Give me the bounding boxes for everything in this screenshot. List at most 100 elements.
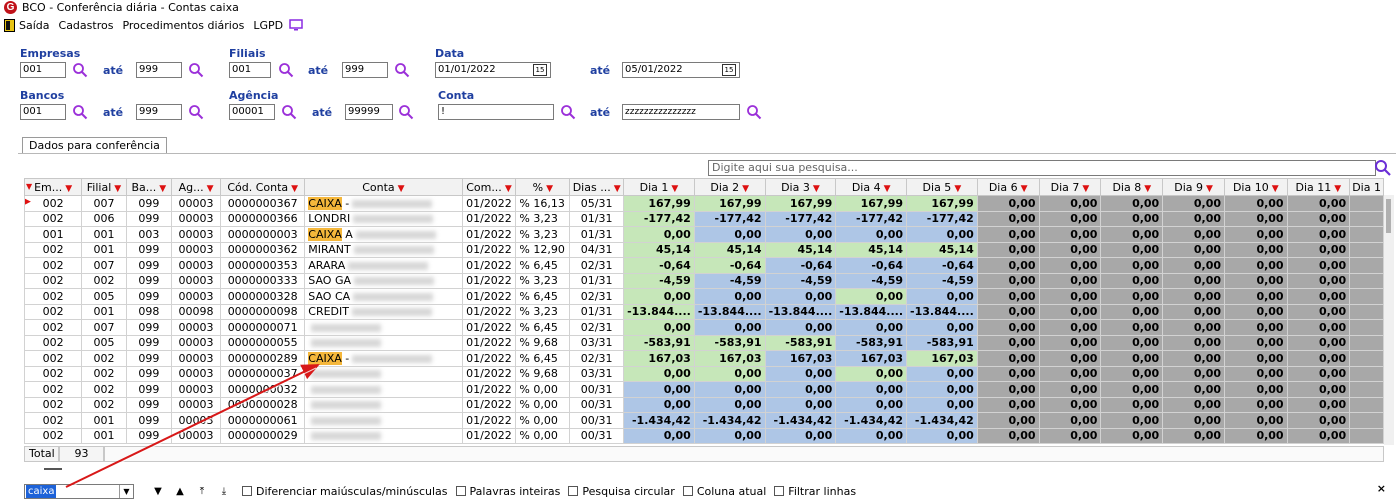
filter-icon[interactable]: ▼: [1334, 184, 1341, 194]
search-icon[interactable]: [281, 104, 297, 120]
table-row[interactable]: 002 007 099 00003 0000000353 ARARA 01/2022% 6,…: [24, 257, 1384, 274]
column-header[interactable]: Com... ▼: [461, 178, 517, 196]
table-row[interactable]: 001 001 003 00003 0000000003 CAIXA A 01/2022% …: [24, 226, 1384, 243]
filter-icon[interactable]: ▼: [954, 184, 961, 194]
search-icon[interactable]: [278, 62, 294, 78]
filter-icon[interactable]: ▼: [291, 184, 298, 194]
table-row[interactable]: 002 002 099 00003 0000000028 01/2022% 0,00 00/…: [24, 396, 1384, 413]
filiais-from-input[interactable]: 001: [229, 62, 271, 78]
column-header[interactable]: Dia 3 ▼: [764, 178, 837, 196]
column-header[interactable]: Dia 1 ▼: [623, 178, 695, 196]
column-header[interactable]: Dia 11 ▼: [1286, 178, 1351, 196]
checkbox[interactable]: [568, 486, 579, 496]
checkbox[interactable]: [242, 486, 252, 496]
option-case-sensitive[interactable]: Diferenciar maiúsculas/minúsculas: [242, 485, 448, 498]
search-icon[interactable]: [188, 104, 204, 120]
search-icon[interactable]: [398, 104, 414, 120]
filter-icon[interactable]: ▼: [65, 184, 72, 194]
column-header[interactable]: Conta ▼: [304, 178, 463, 196]
filter-icon[interactable]: ▼: [1082, 184, 1089, 194]
filter-icon[interactable]: ▼: [207, 184, 214, 194]
column-header[interactable]: Dias ... ▼: [569, 178, 625, 196]
tab-dados-para-conferencia[interactable]: Dados para conferência: [22, 137, 167, 154]
splitter-handle[interactable]: [44, 468, 62, 470]
find-last-icon[interactable]: ⤓: [214, 486, 234, 497]
monitor-icon[interactable]: [289, 19, 303, 31]
column-header[interactable]: Dia 1: [1349, 178, 1384, 196]
column-header[interactable]: Dia 7 ▼: [1038, 178, 1102, 196]
find-previous-icon[interactable]: ▲: [170, 486, 190, 497]
column-header[interactable]: Em... ▼ ▼: [24, 178, 83, 196]
empresas-from-input[interactable]: 001: [20, 62, 66, 78]
search-icon[interactable]: [746, 104, 762, 120]
column-header[interactable]: Dia 4 ▼: [835, 178, 908, 196]
filter-icon[interactable]: ▼: [813, 184, 820, 194]
option-filter-rows[interactable]: Filtrar linhas: [774, 485, 856, 498]
table-row[interactable]: 002 005 099 00003 0000000055 01/2022% 9,68 03/…: [24, 334, 1384, 351]
calendar-icon[interactable]: 15: [533, 64, 547, 76]
column-header[interactable]: Dia 9 ▼: [1162, 178, 1226, 196]
filter-icon[interactable]: ▼: [546, 184, 553, 194]
search-icon[interactable]: [560, 104, 576, 120]
table-row[interactable]: 002 001 099 00003 0000000061 01/2022% 0,00 00/…: [24, 412, 1384, 429]
column-header[interactable]: Dia 10 ▼: [1224, 178, 1288, 196]
chevron-down-icon[interactable]: ▼: [119, 484, 133, 498]
filter-icon[interactable]: ▼: [1206, 184, 1213, 194]
column-header[interactable]: Filial ▼: [81, 178, 127, 196]
menu-lgpd[interactable]: LGPD: [253, 19, 283, 32]
table-row[interactable]: ▶ 002 007 099 00003 0000000367 CAIXA -01/2022%…: [24, 195, 1384, 212]
close-icon[interactable]: ×: [1377, 482, 1386, 495]
column-header[interactable]: % ▼: [515, 178, 571, 196]
column-header[interactable]: Dia 5 ▼: [906, 178, 978, 196]
filter-icon[interactable]: ▼: [505, 184, 512, 194]
exit-door-icon[interactable]: [4, 18, 15, 32]
filter-icon[interactable]: ▼: [1272, 184, 1279, 194]
bancos-from-input[interactable]: 001: [20, 104, 66, 120]
find-first-icon[interactable]: ⤒: [192, 486, 212, 497]
table-row[interactable]: 002 001 099 00003 0000000029 01/2022% 0,00 00/…: [24, 427, 1384, 444]
table-row[interactable]: 002 002 099 00003 0000000037 01/2022% 9,68 03/…: [24, 365, 1384, 382]
menu-cadastros[interactable]: Cadastros: [59, 19, 114, 32]
filter-icon[interactable]: ▼: [742, 184, 749, 194]
filter-icon[interactable]: ▼: [884, 184, 891, 194]
vertical-scrollbar[interactable]: [1384, 195, 1394, 445]
search-icon[interactable]: [188, 62, 204, 78]
filter-icon[interactable]: ▼: [398, 184, 405, 194]
column-header[interactable]: Dia 2 ▼: [693, 178, 766, 196]
menu-procedimentos-diarios[interactable]: Procedimentos diários: [122, 19, 244, 32]
search-icon[interactable]: [394, 62, 410, 78]
empresas-to-input[interactable]: 999: [136, 62, 182, 78]
search-icon[interactable]: [72, 62, 88, 78]
table-row[interactable]: 002 005 099 00003 0000000328 SAO CA 01/2022% 6…: [24, 288, 1384, 305]
find-next-icon[interactable]: ▼: [148, 486, 168, 497]
search-icon[interactable]: [1374, 159, 1392, 177]
filter-icon[interactable]: ▼: [614, 184, 621, 194]
option-circular-search[interactable]: Pesquisa circular: [568, 485, 675, 498]
column-header[interactable]: Dia 6 ▼: [976, 178, 1040, 196]
agencia-to-input[interactable]: 99999: [345, 104, 393, 120]
option-current-column[interactable]: Coluna atual: [682, 485, 766, 498]
filter-icon[interactable]: ▼: [1144, 184, 1151, 194]
find-input[interactable]: caixa ▼: [24, 483, 134, 499]
table-row[interactable]: 002 002 099 00003 0000000289 CAIXA -01/2022% …: [24, 350, 1384, 367]
column-header[interactable]: Ba... ▼: [125, 178, 172, 196]
table-row[interactable]: 002 001 099 00003 0000000362 MIRANT 01/2022% 1…: [24, 241, 1384, 258]
table-row[interactable]: 002 002 099 00003 0000000032 01/2022% 0,00 00/…: [24, 381, 1384, 398]
option-whole-words[interactable]: Palavras inteiras: [455, 485, 560, 498]
filter-icon[interactable]: ▼: [159, 184, 166, 194]
scrollbar-thumb[interactable]: [1386, 199, 1391, 233]
menu-saida[interactable]: Saída: [19, 19, 50, 32]
search-icon[interactable]: [72, 104, 88, 120]
table-row[interactable]: 002 007 099 00003 0000000071 01/2022% 6,45 02/…: [24, 319, 1384, 336]
agencia-from-input[interactable]: 00001: [229, 104, 275, 120]
filter-icon[interactable]: ▼: [1021, 184, 1028, 194]
column-header[interactable]: Dia 8 ▼: [1100, 178, 1164, 196]
table-row[interactable]: 002 001 098 00098 0000000098 CREDIT 01/2022% 3…: [24, 303, 1384, 320]
filiais-to-input[interactable]: 999: [342, 62, 388, 78]
column-header[interactable]: Cód. Conta ▼: [220, 178, 306, 196]
filter-icon[interactable]: ▼: [114, 184, 121, 194]
column-header[interactable]: Ag... ▼: [170, 178, 222, 196]
bancos-to-input[interactable]: 999: [136, 104, 182, 120]
checkbox[interactable]: [774, 486, 785, 496]
conta-to-input[interactable]: zzzzzzzzzzzzzzz: [622, 104, 740, 120]
